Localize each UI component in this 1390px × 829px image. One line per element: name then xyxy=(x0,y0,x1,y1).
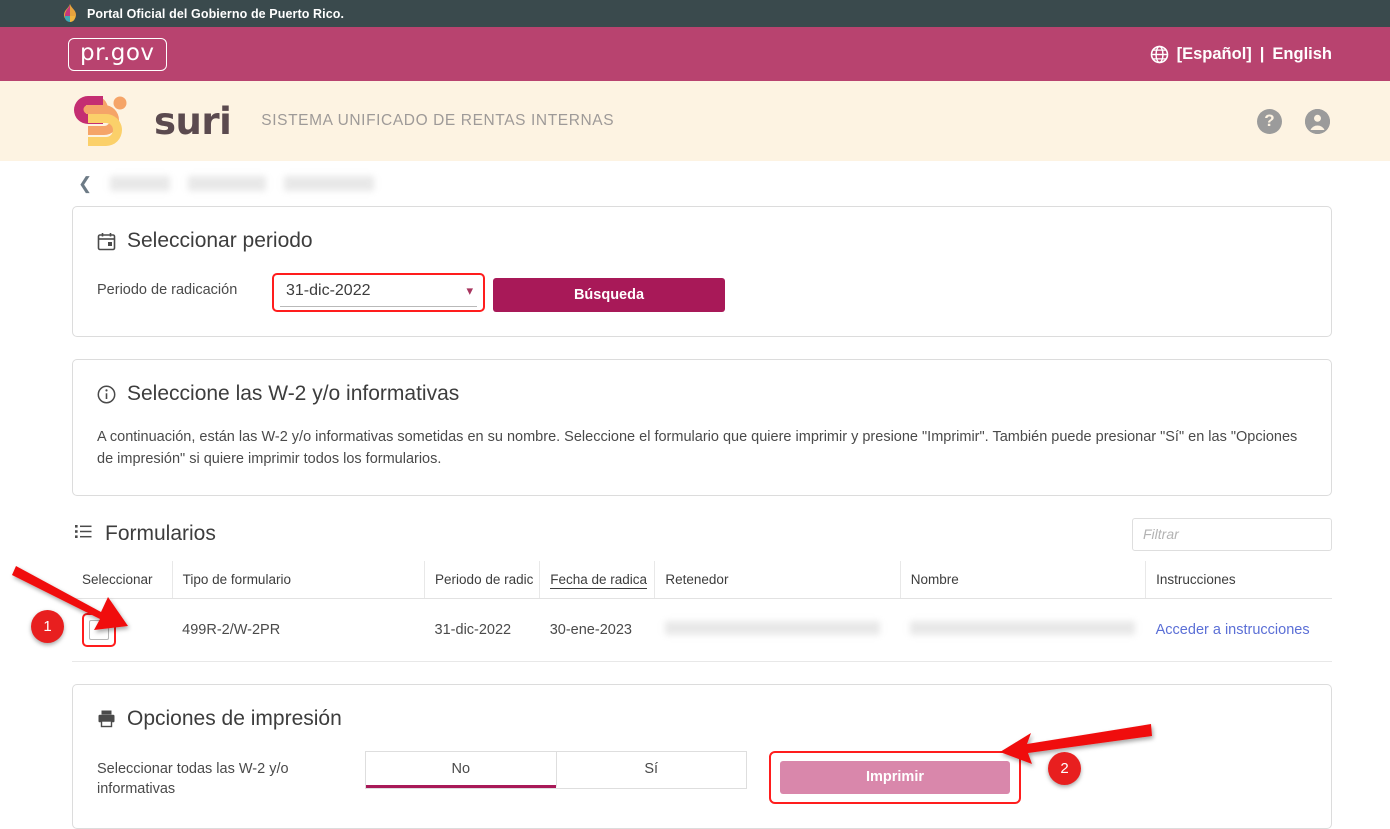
row-checkbox-highlight xyxy=(82,613,116,647)
column-header-tipo-de-formulario[interactable]: Tipo de formulario xyxy=(172,561,424,599)
breadcrumb: ❮ xyxy=(0,161,1390,206)
language-spanish[interactable]: [Español] xyxy=(1177,45,1252,64)
forms-title: Formularios xyxy=(105,522,216,546)
globe-icon xyxy=(1150,45,1169,64)
period-field-row: Periodo de radicación 31-dic-2022 ▾ Búsq… xyxy=(97,273,1307,312)
row-select-cell xyxy=(72,598,172,661)
column-header-instrucciones[interactable]: Instrucciones xyxy=(1146,561,1332,599)
period-select[interactable]: 31-dic-2022 ▾ xyxy=(280,279,477,307)
column-header-seleccionar[interactable]: Seleccionar xyxy=(72,561,172,599)
print-options-card: Opciones de impresión Seleccionar todas … xyxy=(72,684,1332,829)
chevron-down-icon: ▾ xyxy=(466,283,473,299)
cell-periodo-de-radicacion: 31-dic-2022 xyxy=(425,598,540,661)
print-options-title: Opciones de impresión xyxy=(127,707,342,731)
suri-logo-icon xyxy=(68,90,140,152)
toggle-option-si[interactable]: Sí xyxy=(556,752,747,788)
language-switcher[interactable]: [Español] | English xyxy=(1150,45,1332,64)
select-period-card: Seleccionar periodo Periodo de radicació… xyxy=(72,206,1332,337)
select-all-toggle: No Sí xyxy=(365,751,747,789)
breadcrumb-label xyxy=(188,176,266,191)
prgov-logo[interactable]: pr.gov xyxy=(68,38,167,71)
select-period-title-row: Seleccionar periodo xyxy=(97,229,1307,253)
help-icon[interactable]: ? xyxy=(1257,109,1282,134)
forms-title-row: Formularios xyxy=(74,522,216,547)
info-title-row: Seleccione las W-2 y/o informativas xyxy=(97,382,1307,406)
language-separator: | xyxy=(1260,45,1265,64)
header-actions: ? xyxy=(1257,109,1330,134)
annotation-badge-2: 2 xyxy=(1048,752,1081,785)
pr-flame-logo-icon xyxy=(62,4,78,24)
government-portal-label: Portal Oficial del Gobierno de Puerto Ri… xyxy=(87,7,344,21)
print-button-highlight: Imprimir xyxy=(769,751,1021,804)
period-select-value: 31-dic-2022 xyxy=(286,282,371,300)
toggle-option-no[interactable]: No xyxy=(366,752,556,788)
period-select-highlight: 31-dic-2022 ▾ xyxy=(272,273,485,312)
suri-wordmark: suri xyxy=(154,100,231,143)
info-description: A continuación, están las W-2 y/o inform… xyxy=(97,426,1307,471)
column-header-retenedor[interactable]: Retenedor xyxy=(655,561,900,599)
table-header-row: Seleccionar Tipo de formulario Periodo d… xyxy=(72,561,1332,599)
app-header: suri SISTEMA UNIFICADO DE RENTAS INTERNA… xyxy=(0,81,1390,161)
cell-retenedor xyxy=(655,598,900,661)
app-branding: suri SISTEMA UNIFICADO DE RENTAS INTERNA… xyxy=(68,90,614,152)
column-header-periodo-de-radicacion[interactable]: Periodo de radic xyxy=(425,561,540,599)
print-button[interactable]: Imprimir xyxy=(780,761,1010,794)
calendar-icon xyxy=(97,232,116,251)
breadcrumb-label xyxy=(110,176,170,191)
info-icon xyxy=(97,385,116,404)
chevron-left-icon[interactable]: ❮ xyxy=(78,174,92,194)
print-options-row: Seleccionar todas las W-2 y/o informativ… xyxy=(97,751,1307,804)
user-icon[interactable] xyxy=(1305,109,1330,134)
list-icon xyxy=(74,522,93,547)
suri-tagline: SISTEMA UNIFICADO DE RENTAS INTERNAS xyxy=(261,112,614,130)
page-title: Seleccionar periodo xyxy=(127,229,313,253)
printer-icon xyxy=(97,709,116,728)
cell-instrucciones: Acceder a instrucciones xyxy=(1146,598,1332,661)
prgov-brand-bar: pr.gov [Español] | English xyxy=(0,27,1390,81)
column-header-nombre[interactable]: Nombre xyxy=(900,561,1145,599)
forms-header-row: Formularios xyxy=(72,518,1332,551)
forms-table: Seleccionar Tipo de formulario Periodo d… xyxy=(72,561,1332,662)
period-field-label: Periodo de radicación xyxy=(97,273,272,301)
cell-tipo-de-formulario: 499R-2/W-2PR xyxy=(172,598,424,661)
column-header-fecha-de-radicacion[interactable]: Fecha de radica xyxy=(540,561,655,599)
language-english[interactable]: English xyxy=(1272,45,1332,64)
filter-input[interactable] xyxy=(1132,518,1332,551)
cell-fecha-de-radicacion: 30-ene-2023 xyxy=(540,598,655,661)
government-portal-bar: Portal Oficial del Gobierno de Puerto Ri… xyxy=(0,0,1390,27)
table-row: 499R-2/W-2PR 31-dic-2022 30-ene-2023 Acc… xyxy=(72,598,1332,661)
search-button[interactable]: Búsqueda xyxy=(493,278,725,312)
instructions-link[interactable]: Acceder a instrucciones xyxy=(1156,622,1310,638)
print-options-title-row: Opciones de impresión xyxy=(97,707,1307,731)
forms-section: Formularios Seleccionar Tipo de formular… xyxy=(72,518,1332,662)
row-checkbox[interactable] xyxy=(89,620,109,640)
select-forms-info-card: Seleccione las W-2 y/o informativas A co… xyxy=(72,359,1332,496)
cell-nombre xyxy=(900,598,1145,661)
annotation-badge-1: 1 xyxy=(31,610,64,643)
breadcrumb-label xyxy=(284,176,374,191)
info-title: Seleccione las W-2 y/o informativas xyxy=(127,382,459,406)
print-option-label: Seleccionar todas las W-2 y/o informativ… xyxy=(97,751,365,799)
